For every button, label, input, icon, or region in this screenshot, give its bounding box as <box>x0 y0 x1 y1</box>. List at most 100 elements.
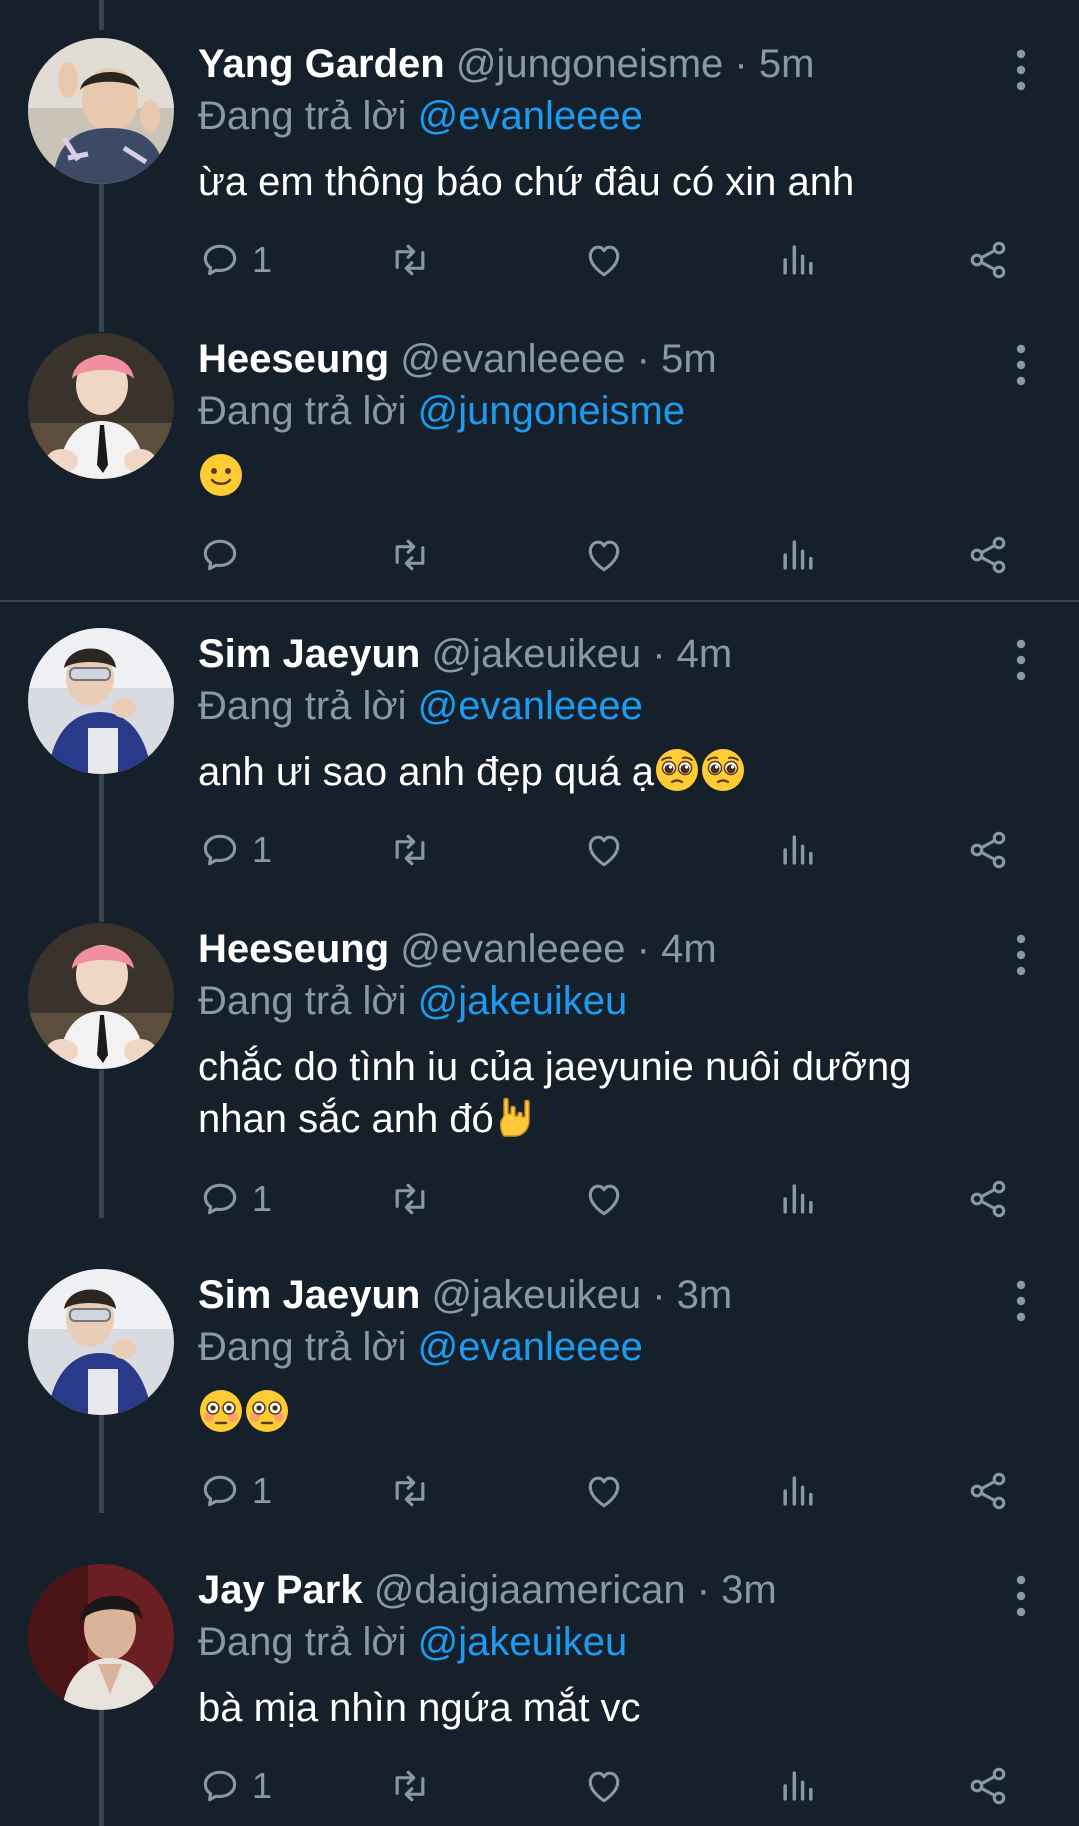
heart-icon <box>582 1469 626 1513</box>
author-name[interactable]: Yang Garden <box>198 42 445 86</box>
reply-context: Đang trả lời @jakeuikeu <box>198 1616 627 1668</box>
pleading-face-emoji <box>654 747 700 793</box>
like-button[interactable] <box>582 1758 626 1814</box>
reply-button[interactable]: 1 <box>198 1171 272 1227</box>
author-handle[interactable]: @evanleeee <box>400 927 625 971</box>
reply-button[interactable] <box>198 527 242 583</box>
timestamp[interactable]: · 4m <box>652 632 732 676</box>
mention-link[interactable]: @jakeuikeu <box>418 1620 628 1664</box>
author-handle[interactable]: @evanleeee <box>400 337 625 381</box>
share-button[interactable] <box>966 1171 1010 1227</box>
author-name[interactable]: Jay Park <box>198 1568 363 1612</box>
more-vertical-icon[interactable] <box>1008 636 1034 684</box>
more-vertical-icon[interactable] <box>1008 931 1034 979</box>
reply-button[interactable]: 1 <box>198 1463 272 1519</box>
tweet-header: Heeseung @evanleeee · 5m <box>198 333 717 385</box>
share-button[interactable] <box>966 822 1010 878</box>
author-handle[interactable]: @jakeuikeu <box>431 632 641 676</box>
mention-link[interactable]: @evanleeee <box>418 1325 643 1369</box>
retweet-button[interactable] <box>388 1463 432 1519</box>
reply-button[interactable]: 1 <box>198 822 272 878</box>
reply-button[interactable]: 1 <box>198 232 272 288</box>
like-button[interactable] <box>582 527 626 583</box>
more-vertical-icon[interactable] <box>1008 1572 1034 1620</box>
reply-button[interactable]: 1 <box>198 1758 272 1814</box>
tweet-feed: Yang Garden @jungoneisme · 5m Đang trả l… <box>0 0 1079 1826</box>
avatar[interactable] <box>28 38 174 184</box>
share-button[interactable] <box>966 232 1010 288</box>
author-name[interactable]: Heeseung <box>198 927 389 971</box>
avatar[interactable] <box>28 333 174 479</box>
flushed-face-emoji <box>198 1388 244 1434</box>
analytics-icon <box>776 533 820 577</box>
analytics-button[interactable] <box>776 1171 820 1227</box>
slightly-smiling-face-emoji <box>198 452 244 498</box>
tweet-text <box>198 451 998 503</box>
timestamp[interactable]: · 3m <box>652 1273 732 1317</box>
action-bar: 1 <box>198 1463 1038 1519</box>
timestamp[interactable]: · 3m <box>697 1568 777 1612</box>
retweet-button[interactable] <box>388 527 432 583</box>
flushed-face-emoji <box>244 1388 290 1434</box>
like-button[interactable] <box>582 1463 626 1519</box>
avatar-sim-jaeyun <box>28 628 174 774</box>
avatar[interactable] <box>28 1269 174 1415</box>
share-button[interactable] <box>966 527 1010 583</box>
more-vertical-icon[interactable] <box>1008 46 1034 94</box>
comment-icon <box>198 533 242 577</box>
analytics-icon <box>776 1177 820 1221</box>
avatar-sim-jaeyun <box>28 1269 174 1415</box>
mention-link[interactable]: @evanleeee <box>418 684 643 728</box>
analytics-button[interactable] <box>776 232 820 288</box>
action-bar: 1 <box>198 1758 1038 1814</box>
retweet-button[interactable] <box>388 232 432 288</box>
more-vertical-icon[interactable] <box>1008 341 1034 389</box>
retweet-icon <box>388 533 432 577</box>
analytics-button[interactable] <box>776 527 820 583</box>
like-button[interactable] <box>582 232 626 288</box>
timestamp[interactable]: · 5m <box>637 337 717 381</box>
tweet-header: Sim Jaeyun @jakeuikeu · 3m <box>198 1269 732 1321</box>
mention-link[interactable]: @evanleeee <box>418 94 643 138</box>
analytics-button[interactable] <box>776 1758 820 1814</box>
retweet-icon <box>388 1469 432 1513</box>
author-name[interactable]: Sim Jaeyun <box>198 632 420 676</box>
avatar-yang-garden <box>28 38 174 184</box>
mention-link[interactable]: @jungoneisme <box>418 389 685 433</box>
like-button[interactable] <box>582 822 626 878</box>
retweet-button[interactable] <box>388 822 432 878</box>
reply-context: Đang trả lời @evanleeee <box>198 1321 643 1373</box>
analytics-button[interactable] <box>776 1463 820 1519</box>
tweet-text: chắc do tình iu của jaeyunie nuôi dưỡng … <box>198 1041 998 1145</box>
author-handle[interactable]: @jungoneisme <box>456 42 723 86</box>
avatar[interactable] <box>28 1564 174 1710</box>
analytics-icon <box>776 828 820 872</box>
avatar-jay-park <box>28 1564 174 1710</box>
mention-link[interactable]: @jakeuikeu <box>418 979 628 1023</box>
timestamp[interactable]: · 5m <box>734 42 814 86</box>
share-icon <box>966 533 1010 577</box>
author-name[interactable]: Heeseung <box>198 337 389 381</box>
avatar[interactable] <box>28 628 174 774</box>
author-handle[interactable]: @jakeuikeu <box>431 1273 641 1317</box>
avatar[interactable] <box>28 923 174 1069</box>
timestamp[interactable]: · 4m <box>637 927 717 971</box>
section-divider <box>0 600 1079 602</box>
comment-icon <box>198 1764 242 1808</box>
more-vertical-icon[interactable] <box>1008 1277 1034 1325</box>
action-bar: 1 <box>198 232 1038 288</box>
retweet-button[interactable] <box>388 1171 432 1227</box>
analytics-button[interactable] <box>776 822 820 878</box>
heart-icon <box>582 533 626 577</box>
share-icon <box>966 238 1010 282</box>
comment-icon <box>198 1177 242 1221</box>
tweet-text <box>198 1387 998 1439</box>
retweet-button[interactable] <box>388 1758 432 1814</box>
author-handle[interactable]: @daigiaamerican <box>374 1568 686 1612</box>
tweet-text: bà mịa nhìn ngứa mắt vc <box>198 1686 641 1730</box>
share-button[interactable] <box>966 1758 1010 1814</box>
comment-icon <box>198 828 242 872</box>
share-button[interactable] <box>966 1463 1010 1519</box>
like-button[interactable] <box>582 1171 626 1227</box>
author-name[interactable]: Sim Jaeyun <box>198 1273 420 1317</box>
